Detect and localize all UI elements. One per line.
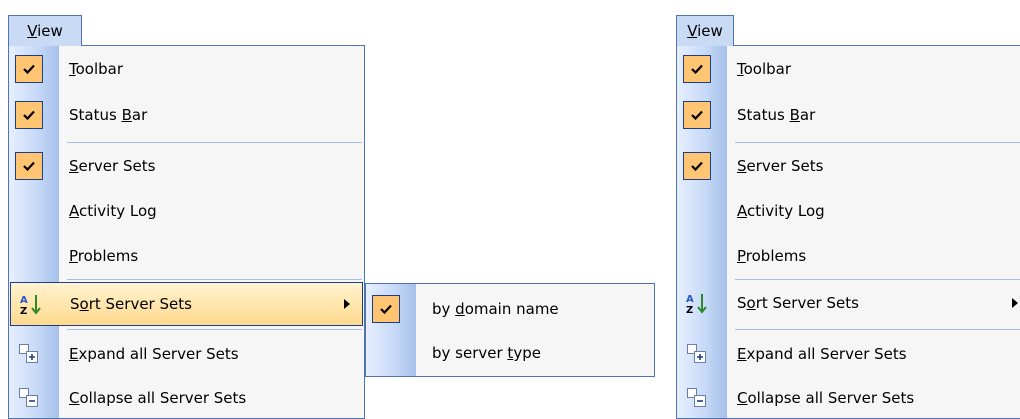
checkmark-icon	[372, 295, 400, 323]
checkmark-icon	[15, 152, 43, 180]
submenu-item-by-domain-name[interactable]: by domain name	[366, 288, 654, 330]
sort-submenu: by domain name by server type	[365, 283, 655, 377]
view-menu-dropdown: Toolbar Status Bar Server Sets Activity …	[8, 45, 365, 419]
menu-item-label: Sort Server Sets	[70, 295, 192, 313]
menu-separator	[67, 279, 362, 280]
expand-all-icon	[683, 340, 711, 368]
view-menu-title: View	[27, 22, 63, 40]
view-menu-tab-2[interactable]: View	[676, 15, 734, 46]
submenu-item-label: by server type	[432, 344, 541, 362]
menu-separator	[67, 329, 362, 330]
menu-item-label: Server Sets	[69, 157, 156, 175]
menu-item-toolbar[interactable]: Toolbar	[677, 48, 1020, 90]
menu-item-label: Problems	[69, 247, 139, 265]
menu-separator	[735, 329, 1020, 330]
menu-item-label: Toolbar	[69, 60, 124, 78]
menu-item-toolbar[interactable]: Toolbar	[9, 48, 364, 90]
menu-item-label: Activity Log	[69, 202, 157, 220]
checkmark-icon	[683, 152, 711, 180]
menu-separator	[67, 142, 362, 143]
menu-item-label: Expand all Server Sets	[69, 345, 239, 363]
menu-item-label: Problems	[737, 247, 807, 265]
submenu-arrow-icon	[344, 299, 350, 309]
menu-item-activity-log[interactable]: Activity Log	[677, 190, 1020, 232]
menu-item-problems[interactable]: Problems	[9, 235, 364, 277]
menu-item-label: Collapse all Server Sets	[737, 389, 915, 407]
menu-item-activity-log[interactable]: Activity Log	[9, 190, 364, 232]
menu-item-expand-all[interactable]: Expand all Server Sets	[677, 333, 1020, 375]
menu-item-label: Collapse all Server Sets	[69, 389, 247, 407]
submenu-arrow-icon	[1012, 298, 1018, 308]
menu-item-collapse-all[interactable]: Collapse all Server Sets	[9, 377, 364, 419]
menu-item-sort-server-sets[interactable]: A Z Sort Server Sets	[677, 282, 1020, 324]
menu-item-collapse-all[interactable]: Collapse all Server Sets	[677, 377, 1020, 419]
submenu-item-by-server-type[interactable]: by server type	[366, 332, 654, 374]
expand-all-icon	[15, 340, 43, 368]
sort-az-icon: A Z	[683, 289, 711, 317]
checkmark-icon	[683, 55, 711, 83]
menu-item-label: Activity Log	[737, 202, 825, 220]
menu-separator	[735, 279, 1020, 280]
view-menu-dropdown-2: Toolbar Status Bar Server Sets Activity …	[676, 45, 1020, 419]
collapse-all-icon	[15, 384, 43, 412]
sort-az-icon: A Z	[17, 290, 45, 318]
menu-separator	[735, 142, 1020, 143]
menu-item-label: Sort Server Sets	[737, 294, 859, 312]
menu-item-status-bar[interactable]: Status Bar	[9, 94, 364, 136]
menu-item-label: Server Sets	[737, 157, 824, 175]
svg-text:A: A	[20, 295, 28, 306]
menu-item-server-sets[interactable]: Server Sets	[677, 145, 1020, 187]
view-menu-tab[interactable]: View	[8, 15, 82, 46]
svg-text:Z: Z	[686, 305, 693, 315]
svg-text:A: A	[686, 294, 694, 305]
menu-item-server-sets[interactable]: Server Sets	[9, 145, 364, 187]
menu-item-expand-all[interactable]: Expand all Server Sets	[9, 333, 364, 375]
menu-item-label: Status Bar	[69, 106, 148, 124]
menu-item-label: Expand all Server Sets	[737, 345, 907, 363]
menu-item-status-bar[interactable]: Status Bar	[677, 94, 1020, 136]
checkmark-icon	[15, 101, 43, 129]
submenu-item-label: by domain name	[432, 300, 559, 318]
collapse-all-icon	[683, 384, 711, 412]
view-menu-title: View	[687, 22, 723, 40]
menu-item-sort-server-sets[interactable]: A Z Sort Server Sets	[10, 282, 363, 326]
menu-item-label: Status Bar	[737, 106, 816, 124]
checkmark-icon	[15, 55, 43, 83]
svg-text:Z: Z	[20, 306, 27, 316]
menu-item-label: Toolbar	[737, 60, 792, 78]
menu-item-problems[interactable]: Problems	[677, 235, 1020, 277]
checkmark-icon	[683, 101, 711, 129]
